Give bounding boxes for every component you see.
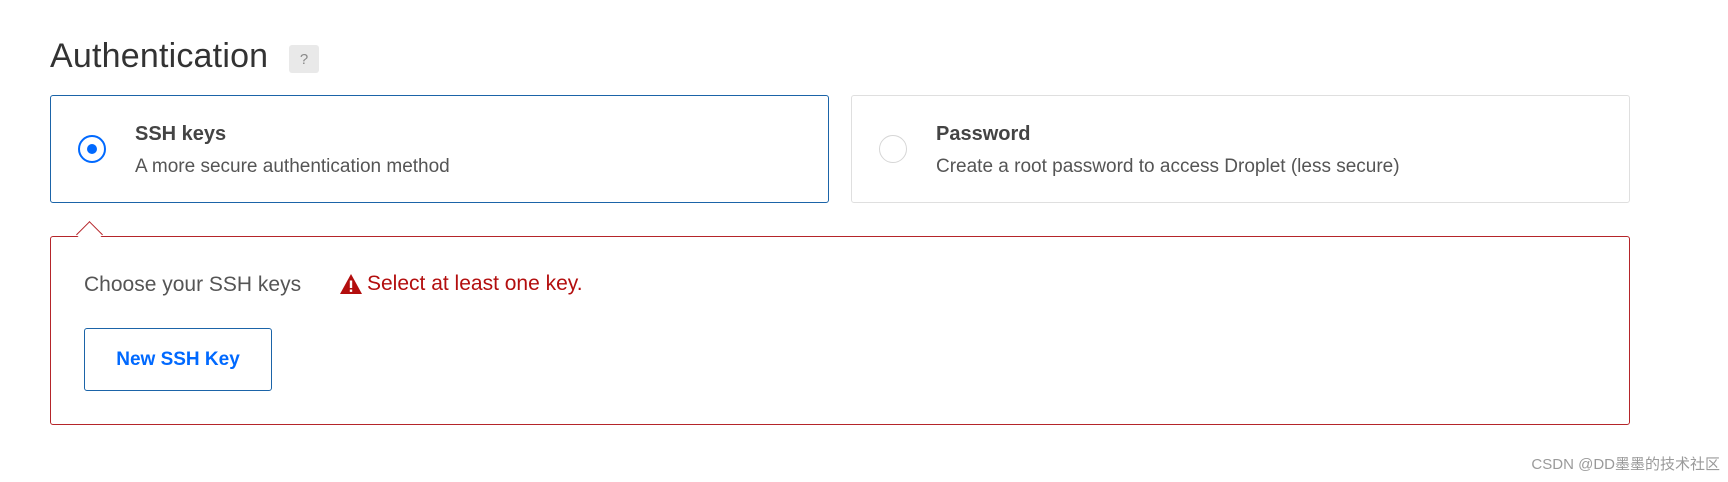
ssh-keys-description: A more secure authentication method (135, 156, 450, 177)
ssh-keys-radio[interactable] (78, 135, 106, 163)
new-ssh-key-button[interactable]: New SSH Key (84, 328, 272, 391)
section-title: Authentication (50, 37, 269, 75)
ssh-key-panel: Choose your SSH keys Select at least one… (50, 236, 1630, 425)
validation-error-text: Select at least one key. (367, 272, 583, 295)
radio-selected-dot (87, 144, 97, 154)
ssh-keys-title: SSH keys (135, 123, 227, 145)
auth-option-password[interactable]: Password Create a root password to acces… (851, 95, 1630, 203)
watermark: CSDN @DD墨墨的技术社区 (1531, 456, 1720, 473)
password-title: Password (936, 123, 1031, 145)
help-icon[interactable]: ? (289, 45, 319, 73)
auth-option-ssh-keys[interactable]: SSH keys A more secure authentication me… (50, 95, 829, 203)
choose-ssh-keys-label: Choose your SSH keys (84, 273, 302, 296)
password-description: Create a root password to access Droplet… (936, 156, 1400, 177)
password-radio[interactable] (879, 135, 907, 163)
warning-triangle-icon (339, 273, 363, 295)
validation-error: Select at least one key. (339, 272, 583, 296)
